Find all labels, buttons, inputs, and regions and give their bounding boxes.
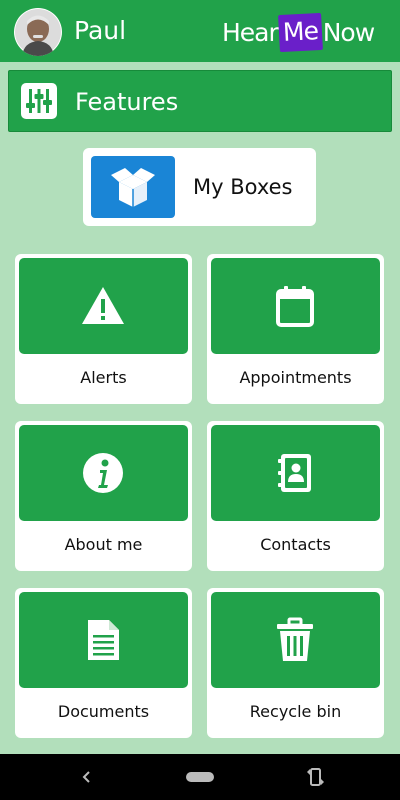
documents-tile[interactable]: Documents — [15, 588, 192, 738]
appointments-tile[interactable]: Appointments — [207, 254, 384, 404]
rotate-icon[interactable] — [301, 764, 329, 790]
recycle-bin-label: Recycle bin — [249, 702, 342, 721]
my-boxes-button[interactable]: My Boxes — [83, 148, 316, 226]
system-nav-bar — [0, 754, 400, 800]
features-title: Features — [75, 88, 179, 116]
avatar[interactable] — [14, 8, 62, 56]
contacts-tile[interactable]: Contacts — [207, 421, 384, 571]
back-icon[interactable] — [72, 764, 100, 790]
recycle-bin-tile-header — [211, 592, 380, 688]
avatar-photo-icon — [15, 9, 61, 56]
about-me-label: About me — [64, 535, 143, 554]
appointments-tile-header — [211, 258, 380, 354]
sliders-icon — [21, 83, 57, 119]
address-book-icon — [278, 454, 311, 492]
documents-tile-header — [19, 592, 188, 688]
logo-part-now: Now — [322, 17, 375, 47]
contacts-label: Contacts — [260, 535, 331, 554]
logo-part-hear: Hear — [222, 17, 279, 47]
recycle-bin-tile[interactable]: Recycle bin — [207, 588, 384, 738]
trash-icon — [277, 617, 313, 661]
logo-part-me: Me — [277, 12, 323, 52]
document-icon — [88, 620, 119, 660]
calendar-icon — [276, 286, 314, 327]
alerts-tile[interactable]: Alerts — [15, 254, 192, 404]
contacts-tile-header — [211, 425, 380, 521]
documents-label: Documents — [57, 702, 150, 721]
open-box-icon — [91, 156, 175, 218]
info-icon — [83, 453, 123, 493]
alerts-label: Alerts — [80, 368, 127, 387]
about-me-tile[interactable]: About me — [15, 421, 192, 571]
features-bar[interactable]: Features — [8, 70, 392, 132]
my-boxes-label: My Boxes — [193, 175, 293, 199]
app-header: Paul Hear Me Now — [0, 0, 400, 62]
hear-me-now-logo: Hear Me Now — [222, 10, 375, 54]
home-pill[interactable] — [186, 772, 214, 782]
username: Paul — [74, 16, 127, 45]
appointments-label: Appointments — [239, 368, 352, 387]
alerts-tile-header — [19, 258, 188, 354]
warning-icon — [82, 287, 124, 324]
about-me-tile-header — [19, 425, 188, 521]
